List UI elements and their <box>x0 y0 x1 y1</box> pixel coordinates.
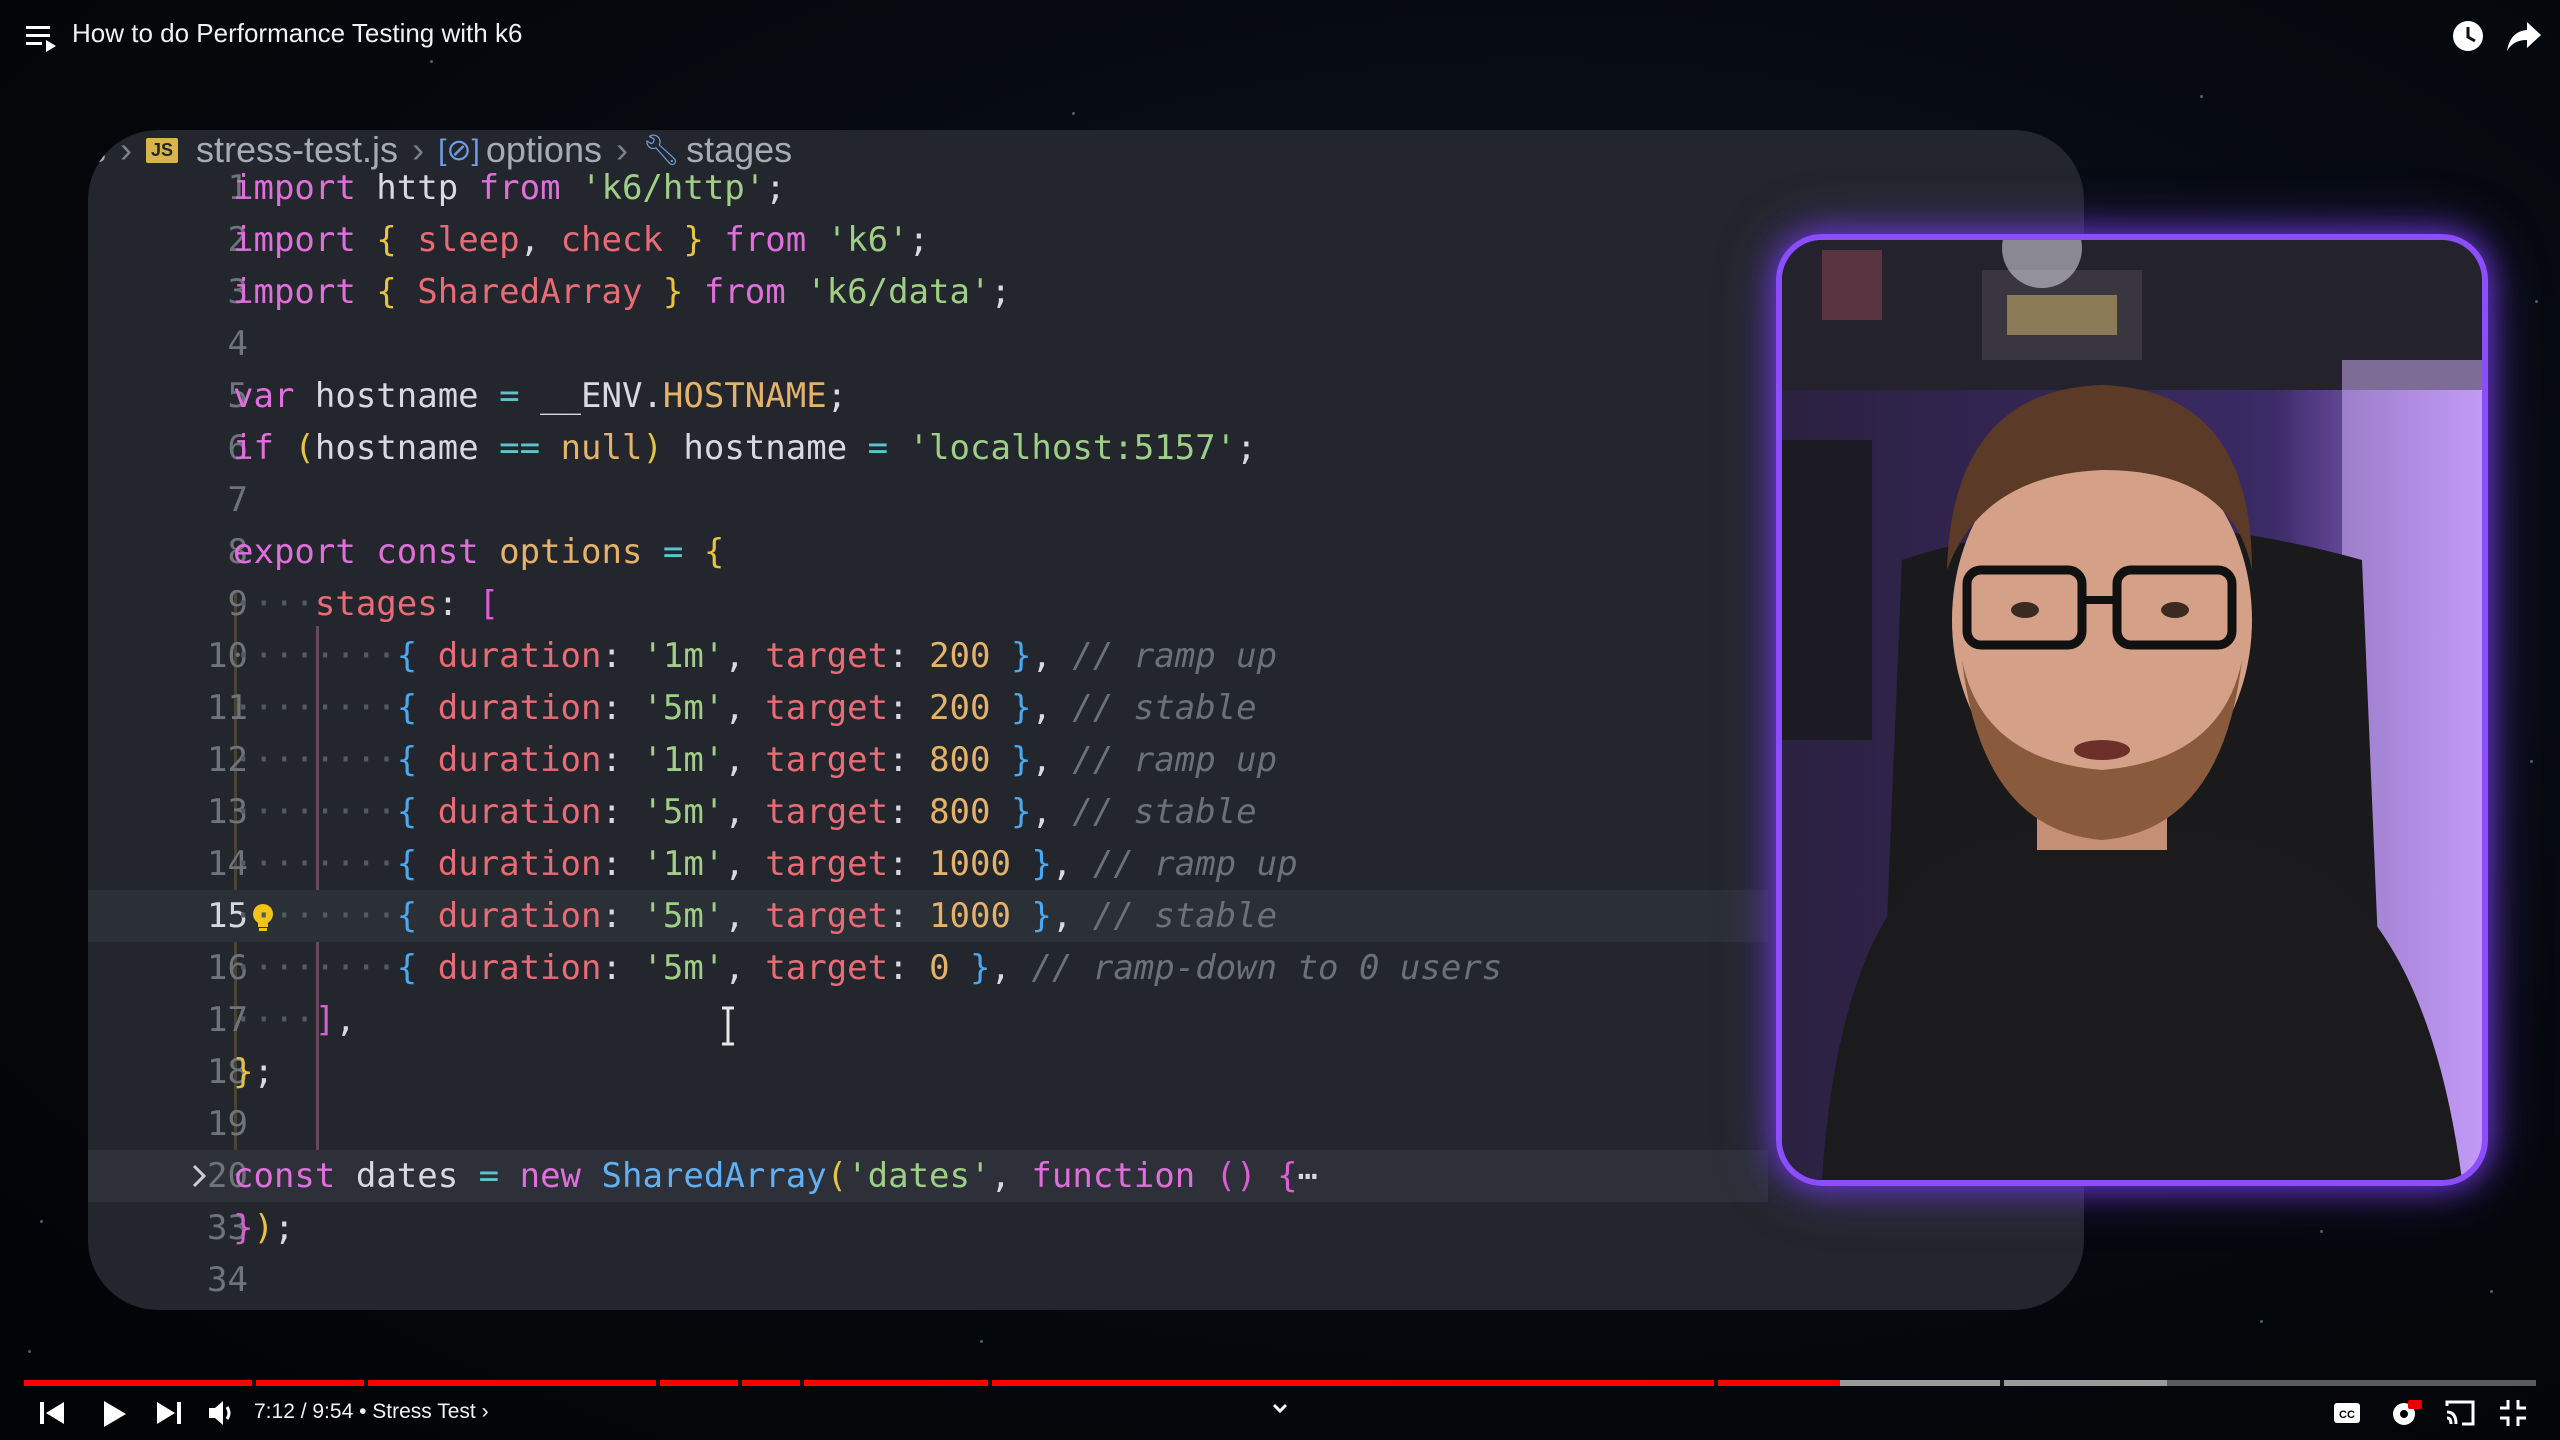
code-text: if (hostname == null) hostname = 'localh… <box>233 428 1257 468</box>
line-number: 11 <box>207 688 248 728</box>
code-text: export const options = { <box>233 532 725 572</box>
svg-text:CC: CC <box>2339 1409 2355 1421</box>
progress-played <box>24 1380 1840 1386</box>
code-text: }); <box>233 1208 295 1248</box>
line-number: 13 <box>207 792 248 832</box>
code-line-folded[interactable]: 20 const dates = new SharedArray('dates'… <box>88 1150 1768 1202</box>
code-line[interactable]: 11 ········{ duration: '5m', target: 200… <box>88 682 1768 734</box>
code-text: }; <box>233 1052 274 1092</box>
code-line[interactable]: 5 var hostname = __ENV.HOSTNAME; <box>88 370 1768 422</box>
line-number: 7 <box>227 480 248 520</box>
code-text: ········{ duration: '1m', target: 1000 }… <box>233 844 1298 884</box>
code-text: import { sleep, check } from 'k6'; <box>233 220 930 260</box>
progress-bar[interactable] <box>24 1380 2536 1386</box>
code-text: ········{ duration: '5m', target: 1000 }… <box>233 896 1278 936</box>
presenter-webcam <box>1776 234 2488 1186</box>
line-number: 33 <box>207 1208 248 1248</box>
code-text: ········{ duration: '5m', target: 200 },… <box>233 688 1257 728</box>
text-cursor-icon <box>722 1006 734 1046</box>
time-display[interactable]: 7:12 / 9:54 • Stress Test › <box>254 1400 489 1424</box>
volume-icon[interactable] <box>206 1398 236 1428</box>
line-number: 4 <box>227 324 248 364</box>
javascript-file-icon: JS <box>146 137 179 163</box>
code-text: ····], <box>233 1000 356 1040</box>
code-line[interactable]: 6 if (hostname == null) hostname = 'loca… <box>88 422 1768 474</box>
code-line[interactable]: 33 }); <box>88 1202 1768 1254</box>
line-number: 18 <box>207 1052 248 1092</box>
code-line[interactable]: 1 import http from 'k6/http'; <box>88 162 1768 214</box>
code-line[interactable]: 13 ········{ duration: '5m', target: 800… <box>88 786 1768 838</box>
captions-icon[interactable]: CC <box>2332 1398 2362 1428</box>
line-number: 17 <box>207 1000 248 1040</box>
video-title[interactable]: How to do Performance Testing with k6 <box>72 18 522 49</box>
clock-icon[interactable] <box>2450 18 2486 54</box>
line-number: 10 <box>207 636 248 676</box>
line-number: 5 <box>227 376 248 416</box>
line-number: 16 <box>207 948 248 988</box>
playlist-icon[interactable] <box>26 22 60 52</box>
code-line[interactable]: 4 <box>88 318 1768 370</box>
code-line[interactable]: 8 export const options = { <box>88 526 1768 578</box>
code-line[interactable]: 10 ········{ duration: '1m', target: 200… <box>88 630 1768 682</box>
code-line[interactable]: 34 <box>88 1254 1768 1306</box>
line-number: 20 <box>207 1156 248 1196</box>
cast-icon[interactable] <box>2444 1398 2476 1428</box>
line-number: 8 <box>227 532 248 572</box>
line-number: 6 <box>227 428 248 468</box>
code-text: ········{ duration: '5m', target: 800 },… <box>233 792 1257 832</box>
code-text: import { SharedArray } from 'k6/data'; <box>233 272 1011 312</box>
code-line[interactable]: 17 ····], <box>88 994 1768 1046</box>
code-text: ········{ duration: '5m', target: 0 }, /… <box>233 948 1503 988</box>
code-line[interactable]: 2 import { sleep, check } from 'k6'; <box>88 214 1768 266</box>
player-controls: 7:12 / 9:54 • Stress Test › CC <box>0 1388 2560 1440</box>
code-text: ········{ duration: '1m', target: 200 },… <box>233 636 1278 676</box>
share-icon[interactable] <box>2505 18 2543 54</box>
code-line[interactable]: 19 <box>88 1098 1768 1150</box>
presenter-image <box>1782 240 2482 1180</box>
code-text: ········{ duration: '1m', target: 800 },… <box>233 740 1278 780</box>
code-line-current[interactable]: 15 ········{ duration: '5m', target: 100… <box>88 890 1768 942</box>
code-line[interactable]: 18 }; <box>88 1046 1768 1098</box>
line-number: 1 <box>227 168 248 208</box>
skip-previous-icon[interactable] <box>38 1398 66 1428</box>
chevron-down-icon[interactable] <box>1270 1398 1290 1418</box>
line-number: 2 <box>227 220 248 260</box>
code-text: import http from 'k6/http'; <box>233 168 786 208</box>
line-number: 3 <box>227 272 248 312</box>
play-icon[interactable] <box>98 1398 128 1430</box>
line-number: 15 <box>207 896 248 936</box>
chevron-right-icon[interactable] <box>186 1162 212 1190</box>
code-text: const dates = new SharedArray('dates', f… <box>233 1156 1319 1196</box>
line-number: 12 <box>207 740 248 780</box>
video-top-bar: How to do Performance Testing with k6 <box>0 0 2560 80</box>
line-number: 9 <box>227 584 248 624</box>
code-line[interactable]: 7 <box>88 474 1768 526</box>
skip-next-icon[interactable] <box>155 1398 183 1428</box>
code-line[interactable]: 16 ········{ duration: '5m', target: 0 }… <box>88 942 1768 994</box>
line-number: 34 <box>207 1260 248 1300</box>
code-line[interactable]: 12 ········{ duration: '1m', target: 800… <box>88 734 1768 786</box>
code-line[interactable]: 3 import { SharedArray } from 'k6/data'; <box>88 266 1768 318</box>
code-line[interactable]: 14 ········{ duration: '1m', target: 100… <box>88 838 1768 890</box>
gear-icon[interactable] <box>2388 1398 2422 1430</box>
line-number: 19 <box>207 1104 248 1144</box>
line-number: 14 <box>207 844 248 884</box>
code-text: ····stages: [ <box>233 584 500 624</box>
exit-fullscreen-icon[interactable] <box>2498 1398 2528 1428</box>
code-text: var hostname = __ENV.HOSTNAME; <box>233 376 848 416</box>
code-line[interactable]: 9 ····stages: [ <box>88 578 1768 630</box>
